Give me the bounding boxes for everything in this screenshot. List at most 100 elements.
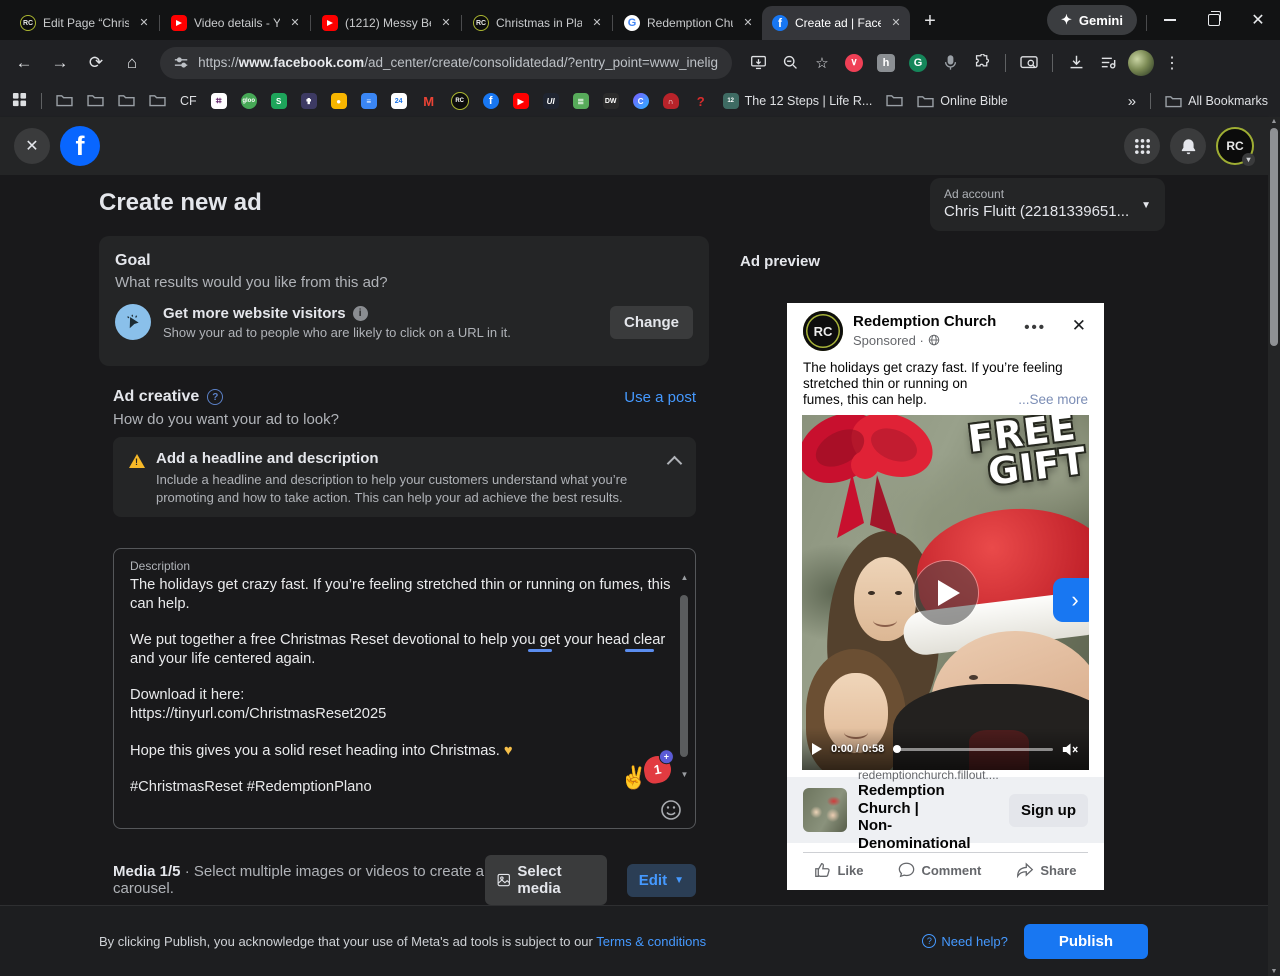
bookmark-folder-icon[interactable] <box>87 93 104 110</box>
tab-close-icon[interactable]: ✕ <box>287 15 303 31</box>
bookmark-star-icon[interactable]: ☆ <box>810 51 834 75</box>
like-button[interactable]: Like <box>814 862 863 878</box>
gemini-button[interactable]: ✦ Gemini <box>1047 5 1137 35</box>
list-bookmark-icon[interactable]: ≣ <box>573 93 589 109</box>
info-icon[interactable]: i <box>353 306 368 321</box>
facebook-bookmark-icon[interactable]: f <box>483 93 499 109</box>
extensions-puzzle-icon[interactable] <box>970 51 994 75</box>
profile-avatar[interactable] <box>1128 50 1154 76</box>
purple-bookmark-icon[interactable]: ✟ <box>301 93 317 109</box>
bookmark-folder-icon[interactable] <box>149 93 166 110</box>
scroll-down-icon[interactable]: ▼ <box>1268 968 1280 975</box>
home-icon[interactable]: ⌂ <box>118 49 146 77</box>
see-more-link[interactable]: ...See more <box>1018 392 1088 408</box>
textarea-scrollbar[interactable]: ▲ ▼ <box>679 573 690 805</box>
help-icon[interactable]: ? <box>207 389 223 405</box>
install-app-icon[interactable] <box>746 51 770 75</box>
url-bar[interactable]: https://www.facebook.com/ad_center/creat… <box>160 47 732 79</box>
bookmark-folder-icon[interactable] <box>118 93 135 110</box>
dw-bookmark-icon[interactable]: DW <box>603 93 619 109</box>
site-settings-icon[interactable] <box>174 55 188 70</box>
comment-button[interactable]: Comment <box>898 862 981 878</box>
post-close-icon[interactable]: ✕ <box>1072 316 1086 336</box>
c-bookmark-icon[interactable]: C <box>633 93 649 109</box>
collapse-chevron-icon[interactable] <box>667 456 683 472</box>
close-window-button[interactable]: ✕ <box>1236 3 1280 37</box>
restore-button[interactable] <box>1192 3 1236 37</box>
gloo-bookmark-icon[interactable]: gloo <box>241 93 257 109</box>
video-preview[interactable]: FREEGIFT › 0:00 / 0:58 <box>802 415 1089 770</box>
youtube-bookmark-icon[interactable]: ▶ <box>513 93 529 109</box>
tab-redemption-search[interactable]: G Redemption Chu ✕ <box>614 6 762 40</box>
scroll-down-icon[interactable]: ▼ <box>679 770 690 779</box>
video-progress-bar[interactable] <box>893 748 1053 751</box>
apps-menu-button[interactable] <box>1124 128 1160 164</box>
tab-close-icon[interactable]: ✕ <box>740 15 756 31</box>
play-button-overlay[interactable] <box>914 561 978 625</box>
terms-link[interactable]: Terms & conditions <box>596 934 706 949</box>
bookmarks-overflow-chevron[interactable]: » <box>1128 93 1136 110</box>
pocket-extension-icon[interactable]: ∨ <box>842 51 866 75</box>
use-a-post-link[interactable]: Use a post <box>624 389 696 406</box>
all-bookmarks-button[interactable]: All Bookmarks <box>1165 94 1268 108</box>
need-help-link[interactable]: ?Need help? <box>922 934 1008 949</box>
tab-messy[interactable]: (1212) Messy Be ✕ <box>312 6 460 40</box>
tab-video-details[interactable]: Video details - Y ✕ <box>161 6 309 40</box>
url-text[interactable]: https://www.facebook.com/ad_center/creat… <box>198 55 718 70</box>
red-headset-bookmark-icon[interactable]: ∩ <box>663 93 679 109</box>
browser-menu-icon[interactable]: ⋮ <box>1162 53 1182 73</box>
bookmark-folder-icon[interactable] <box>56 93 73 110</box>
scroll-up-icon[interactable]: ▲ <box>679 573 690 582</box>
post-menu-icon[interactable]: ••• <box>1024 319 1046 336</box>
notifications-bell-button[interactable] <box>1170 128 1206 164</box>
scroll-up-icon[interactable]: ▲ <box>1268 118 1280 125</box>
change-goal-button[interactable]: Change <box>610 306 693 339</box>
next-card-button[interactable]: › <box>1053 578 1089 622</box>
h-extension-icon[interactable]: h <box>874 51 898 75</box>
docs-bookmark-icon[interactable]: ≡ <box>361 93 377 109</box>
screen-search-icon[interactable] <box>1017 51 1041 75</box>
gmail-bookmark-icon[interactable]: M <box>421 93 437 109</box>
rc-bookmark-icon[interactable]: RC <box>451 92 469 110</box>
back-icon[interactable]: ← <box>10 49 38 77</box>
description-textarea[interactable]: Description The holidays get crazy fast.… <box>113 548 696 829</box>
ad-account-dropdown[interactable]: Ad account Chris Fluitt (22181339651... … <box>930 178 1165 231</box>
page-scrollbar[interactable]: ▲ ▼ <box>1268 117 1280 976</box>
emoji-picker-button[interactable] <box>660 799 682 821</box>
subsplash-bookmark-icon[interactable]: S <box>271 93 287 109</box>
profile-avatar-rc[interactable]: RC▾ <box>1216 127 1254 165</box>
headline-warning-card[interactable]: ! Add a headline and description Include… <box>113 437 696 517</box>
red-mark-bookmark-icon[interactable]: ? <box>693 93 709 109</box>
keep-bookmark-icon[interactable]: ● <box>331 93 347 109</box>
downloads-icon[interactable] <box>1064 51 1088 75</box>
bookmark-12-steps[interactable]: 12The 12 Steps | Life R... <box>723 93 873 109</box>
microphone-icon[interactable] <box>938 51 962 75</box>
calendar-bookmark-icon[interactable]: 24 <box>391 93 407 109</box>
page-name[interactable]: Redemption Church <box>853 313 996 332</box>
tab-close-icon[interactable]: ✕ <box>888 15 904 31</box>
close-ad-center-button[interactable]: ✕ <box>14 128 50 164</box>
tab-create-ad-active[interactable]: f Create ad | Facel ✕ <box>762 6 910 40</box>
reload-icon[interactable]: ⟳ <box>82 49 110 77</box>
share-button[interactable]: Share <box>1016 862 1076 878</box>
tab-close-icon[interactable]: ✕ <box>438 15 454 31</box>
tab-edit-page[interactable]: RC Edit Page “Christ ✕ <box>10 6 158 40</box>
zoom-out-icon[interactable] <box>778 51 802 75</box>
apps-grid-icon[interactable] <box>12 92 27 110</box>
bookmark-online-bible[interactable]: Online Bible <box>917 94 1007 108</box>
slack-bookmark-icon[interactable]: ⌗ <box>211 93 227 109</box>
page-avatar-rc[interactable]: RC <box>803 311 843 351</box>
bookmark-folder-icon[interactable] <box>886 93 903 110</box>
facebook-logo[interactable]: f <box>60 126 100 166</box>
select-media-button[interactable]: Select media <box>485 855 607 905</box>
tab-close-icon[interactable]: ✕ <box>589 15 605 31</box>
publish-button[interactable]: Publish <box>1024 924 1148 959</box>
minimize-button[interactable] <box>1148 3 1192 37</box>
tab-christmas-in-plano[interactable]: RC Christmas in Pla ✕ <box>463 6 611 40</box>
forward-icon[interactable]: → <box>46 49 74 77</box>
tab-close-icon[interactable]: ✕ <box>136 15 152 31</box>
grammarly-extension-icon[interactable]: G <box>906 51 930 75</box>
edit-media-button[interactable]: Edit▼ <box>627 864 696 897</box>
video-play-icon[interactable] <box>812 743 822 755</box>
scrollbar-thumb[interactable] <box>1270 128 1278 346</box>
